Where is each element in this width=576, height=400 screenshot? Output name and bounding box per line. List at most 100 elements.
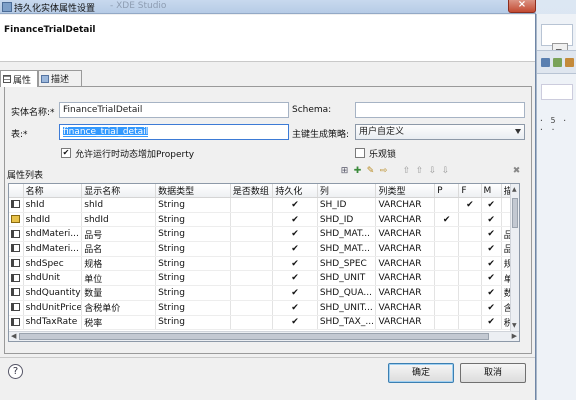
cell-column[interactable]: SHD_ID xyxy=(317,212,377,228)
table-row[interactable]: shdQuantity 数量 String ✔ SHD_QUA... VARCHAR ✔ 数 xyxy=(9,285,514,301)
cell-array[interactable] xyxy=(230,241,274,257)
scroll-thumb[interactable] xyxy=(512,198,518,228)
cell-persist[interactable]: ✔ xyxy=(272,285,318,301)
cell-type[interactable]: String xyxy=(155,212,231,228)
table-row[interactable]: shdSpec 规格 String ✔ SHD_SPEC VARCHAR ✔ 规 xyxy=(9,256,514,272)
cell-coltype[interactable]: VARCHAR xyxy=(375,226,436,243)
column-header[interactable] xyxy=(9,184,24,198)
cell-name[interactable]: shdUnit xyxy=(23,270,83,287)
cell-type[interactable]: String xyxy=(155,300,231,316)
cell-f[interactable] xyxy=(458,212,482,228)
cell-display[interactable]: 数量 xyxy=(81,285,157,301)
cell-type[interactable]: String xyxy=(155,256,231,272)
cell-persist[interactable]: ✔ xyxy=(272,315,318,331)
entity-name-input[interactable]: FinanceTrialDetail xyxy=(59,102,289,118)
cell-display[interactable]: 品名 xyxy=(81,241,157,257)
cell-f[interactable] xyxy=(458,226,482,243)
scroll-up-icon[interactable]: ▲ xyxy=(512,186,517,193)
add-row-icon[interactable]: ⊞ xyxy=(339,166,350,177)
table-row[interactable]: shdMateri... 品名 String ✔ SHD_MAT... VARCHAR ✔ 品 xyxy=(9,241,514,257)
move-bottom-icon[interactable]: ⇩ xyxy=(440,166,451,177)
allow-runtime-checkbox[interactable]: ✔ xyxy=(61,148,71,158)
move-up-icon[interactable]: ⇧ xyxy=(414,166,425,177)
vertical-scrollbar[interactable]: ▲ ▼ xyxy=(510,184,519,331)
cell-p[interactable] xyxy=(434,197,460,213)
table-row[interactable]: shId shId String ✔ SH_ID VARCHAR ✔ ✔ xyxy=(9,197,514,213)
cell-type[interactable]: String xyxy=(155,197,231,213)
cell-m[interactable]: ✔ xyxy=(481,300,502,316)
cell-m[interactable]: ✔ xyxy=(481,315,502,331)
cell-type[interactable]: String xyxy=(155,315,231,331)
cell-array[interactable] xyxy=(230,300,274,316)
cell-p[interactable] xyxy=(434,285,460,301)
cell-m[interactable]: ✔ xyxy=(481,256,502,272)
cell-persist[interactable]: ✔ xyxy=(272,241,318,257)
cell-p[interactable]: ✔ xyxy=(434,212,460,228)
cell-column[interactable]: SHD_SPEC xyxy=(317,256,377,272)
cell-f[interactable] xyxy=(458,256,482,272)
column-header[interactable]: 列 xyxy=(317,184,377,198)
scroll-down-icon[interactable]: ▼ xyxy=(512,322,517,329)
cell-name[interactable]: shdMateri... xyxy=(23,241,83,257)
cell-coltype[interactable]: VARCHAR xyxy=(375,300,436,316)
column-header[interactable]: P xyxy=(434,184,460,198)
pk-strategy-select[interactable]: 用户自定义 xyxy=(355,124,525,140)
tab-description[interactable]: 描述 xyxy=(38,70,82,86)
delete-icon[interactable]: ✖ xyxy=(511,166,522,177)
cell-coltype[interactable]: VARCHAR xyxy=(375,285,436,301)
cell-type[interactable]: String xyxy=(155,226,231,243)
table-row[interactable]: shdTaxRate 税率 String ✔ SHD_TAX_... VARCHAR ✔ 税 xyxy=(9,315,514,331)
cell-type[interactable]: String xyxy=(155,285,231,301)
cell-f[interactable] xyxy=(458,270,482,287)
column-header[interactable]: 名称 xyxy=(23,184,83,198)
cell-p[interactable] xyxy=(434,256,460,272)
cell-m[interactable]: ✔ xyxy=(481,285,502,301)
cell-name[interactable]: shdMateri... xyxy=(23,226,83,243)
cell-display[interactable]: 规格 xyxy=(81,256,157,272)
cell-f[interactable]: ✔ xyxy=(458,197,482,213)
cell-column[interactable]: SHD_UNIT... xyxy=(317,300,377,316)
table-input[interactable]: finance_trial_detail xyxy=(59,124,289,140)
cell-array[interactable] xyxy=(230,197,274,213)
import-icon[interactable]: ⇨ xyxy=(378,166,389,177)
tab-properties[interactable]: 属性 xyxy=(0,70,38,87)
cell-display[interactable]: 税率 xyxy=(81,315,157,331)
cell-column[interactable]: SHD_MAT... xyxy=(317,241,377,257)
close-button[interactable]: × xyxy=(508,0,536,13)
cell-name[interactable]: shdTaxRate xyxy=(23,315,83,331)
cell-name[interactable]: shdId xyxy=(23,212,83,228)
cell-array[interactable] xyxy=(230,226,274,243)
cell-coltype[interactable]: VARCHAR xyxy=(375,212,436,228)
cell-persist[interactable]: ✔ xyxy=(272,270,318,287)
cell-array[interactable] xyxy=(230,315,274,331)
cell-name[interactable]: shdQuantity xyxy=(23,285,83,301)
scroll-thumb[interactable] xyxy=(19,333,489,340)
move-top-icon[interactable]: ⇧ xyxy=(401,166,412,177)
optimistic-lock-checkbox[interactable] xyxy=(355,148,365,158)
cell-type[interactable]: String xyxy=(155,270,231,287)
cell-persist[interactable]: ✔ xyxy=(272,212,318,228)
cell-display[interactable]: 品号 xyxy=(81,226,157,243)
cell-f[interactable] xyxy=(458,285,482,301)
cell-p[interactable] xyxy=(434,315,460,331)
horizontal-scrollbar[interactable]: ◀ ▶ xyxy=(9,331,519,341)
cell-persist[interactable]: ✔ xyxy=(272,226,318,243)
cell-type[interactable]: String xyxy=(155,241,231,257)
table-row[interactable]: shdMateri... 品号 String ✔ SHD_MAT... VARCHAR ✔ 品 xyxy=(9,226,514,243)
cell-coltype[interactable]: VARCHAR xyxy=(375,270,436,287)
cell-name[interactable]: shdUnitPrice xyxy=(23,300,83,316)
cell-coltype[interactable]: VARCHAR xyxy=(375,197,436,213)
cell-column[interactable]: SHD_UNIT xyxy=(317,270,377,287)
cell-p[interactable] xyxy=(434,226,460,243)
scroll-left-icon[interactable]: ◀ xyxy=(11,332,16,340)
cell-column[interactable]: SHD_QUA... xyxy=(317,285,377,301)
cell-display[interactable]: shId xyxy=(81,197,157,213)
cell-array[interactable] xyxy=(230,212,274,228)
cell-m[interactable]: ✔ xyxy=(481,197,502,213)
column-header[interactable]: 数据类型 xyxy=(155,184,231,198)
cell-m[interactable]: ✔ xyxy=(481,226,502,243)
cell-p[interactable] xyxy=(434,300,460,316)
cell-persist[interactable]: ✔ xyxy=(272,300,318,316)
cell-column[interactable]: SHD_MAT... xyxy=(317,226,377,243)
cell-f[interactable] xyxy=(458,300,482,316)
